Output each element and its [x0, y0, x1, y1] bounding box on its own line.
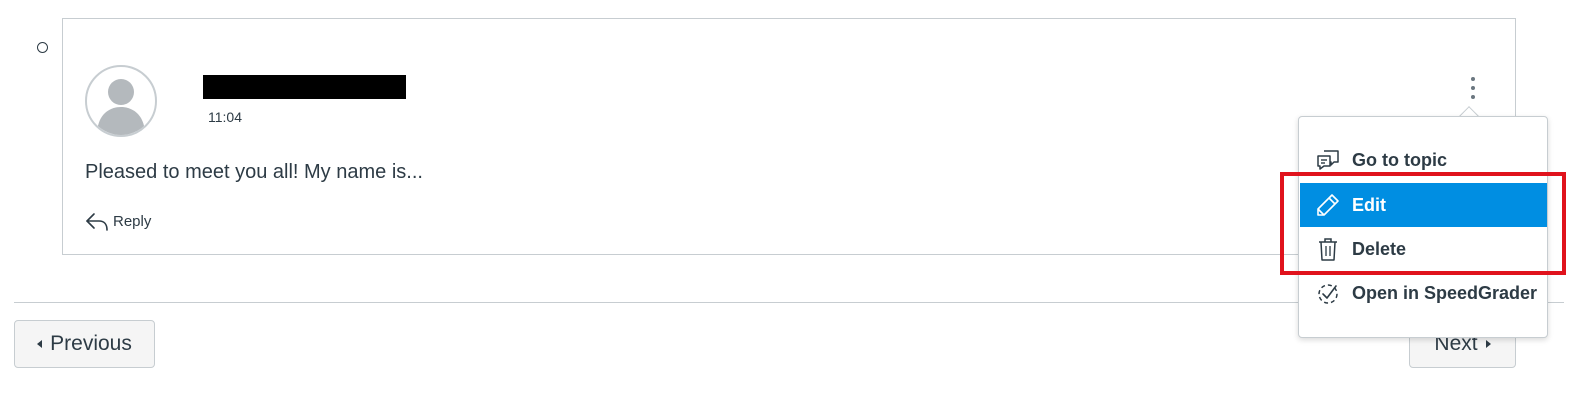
entry-timestamp: 11:04	[208, 109, 242, 125]
options-menu: Go to topic Edit Delete Open in SpeedGra…	[1298, 116, 1548, 338]
user-silhouette-icon	[97, 79, 145, 135]
menu-item-go-to-topic[interactable]: Go to topic	[1300, 138, 1547, 182]
caret-left-icon	[37, 340, 43, 348]
menu-item-edit[interactable]: Edit	[1300, 183, 1547, 227]
menu-item-delete[interactable]: Delete	[1300, 227, 1547, 271]
pencil-icon	[1314, 191, 1342, 219]
author-name-redacted	[203, 75, 406, 99]
entry-message: Pleased to meet you all! My name is...	[85, 161, 423, 183]
menu-item-label: Delete	[1352, 238, 1407, 259]
previous-button[interactable]: Previous	[14, 320, 155, 368]
menu-item-label: Edit	[1352, 194, 1386, 215]
speedgrader-icon	[1314, 279, 1342, 307]
reply-label: Reply	[113, 212, 152, 230]
menu-item-label: Go to topic	[1352, 149, 1447, 170]
trash-icon	[1314, 235, 1342, 263]
avatar[interactable]	[85, 65, 157, 137]
reply-button[interactable]: Reply	[85, 209, 151, 233]
unread-indicator	[37, 42, 48, 53]
more-options-icon[interactable]	[1463, 77, 1483, 99]
discussion-icon	[1314, 146, 1342, 174]
previous-label: Previous	[50, 332, 132, 355]
reply-arrow-icon	[86, 213, 108, 231]
menu-item-label: Open in SpeedGrader	[1352, 282, 1538, 303]
menu-item-open-in-speedgrader[interactable]: Open in SpeedGrader	[1300, 271, 1547, 315]
caret-right-icon	[1485, 340, 1491, 348]
